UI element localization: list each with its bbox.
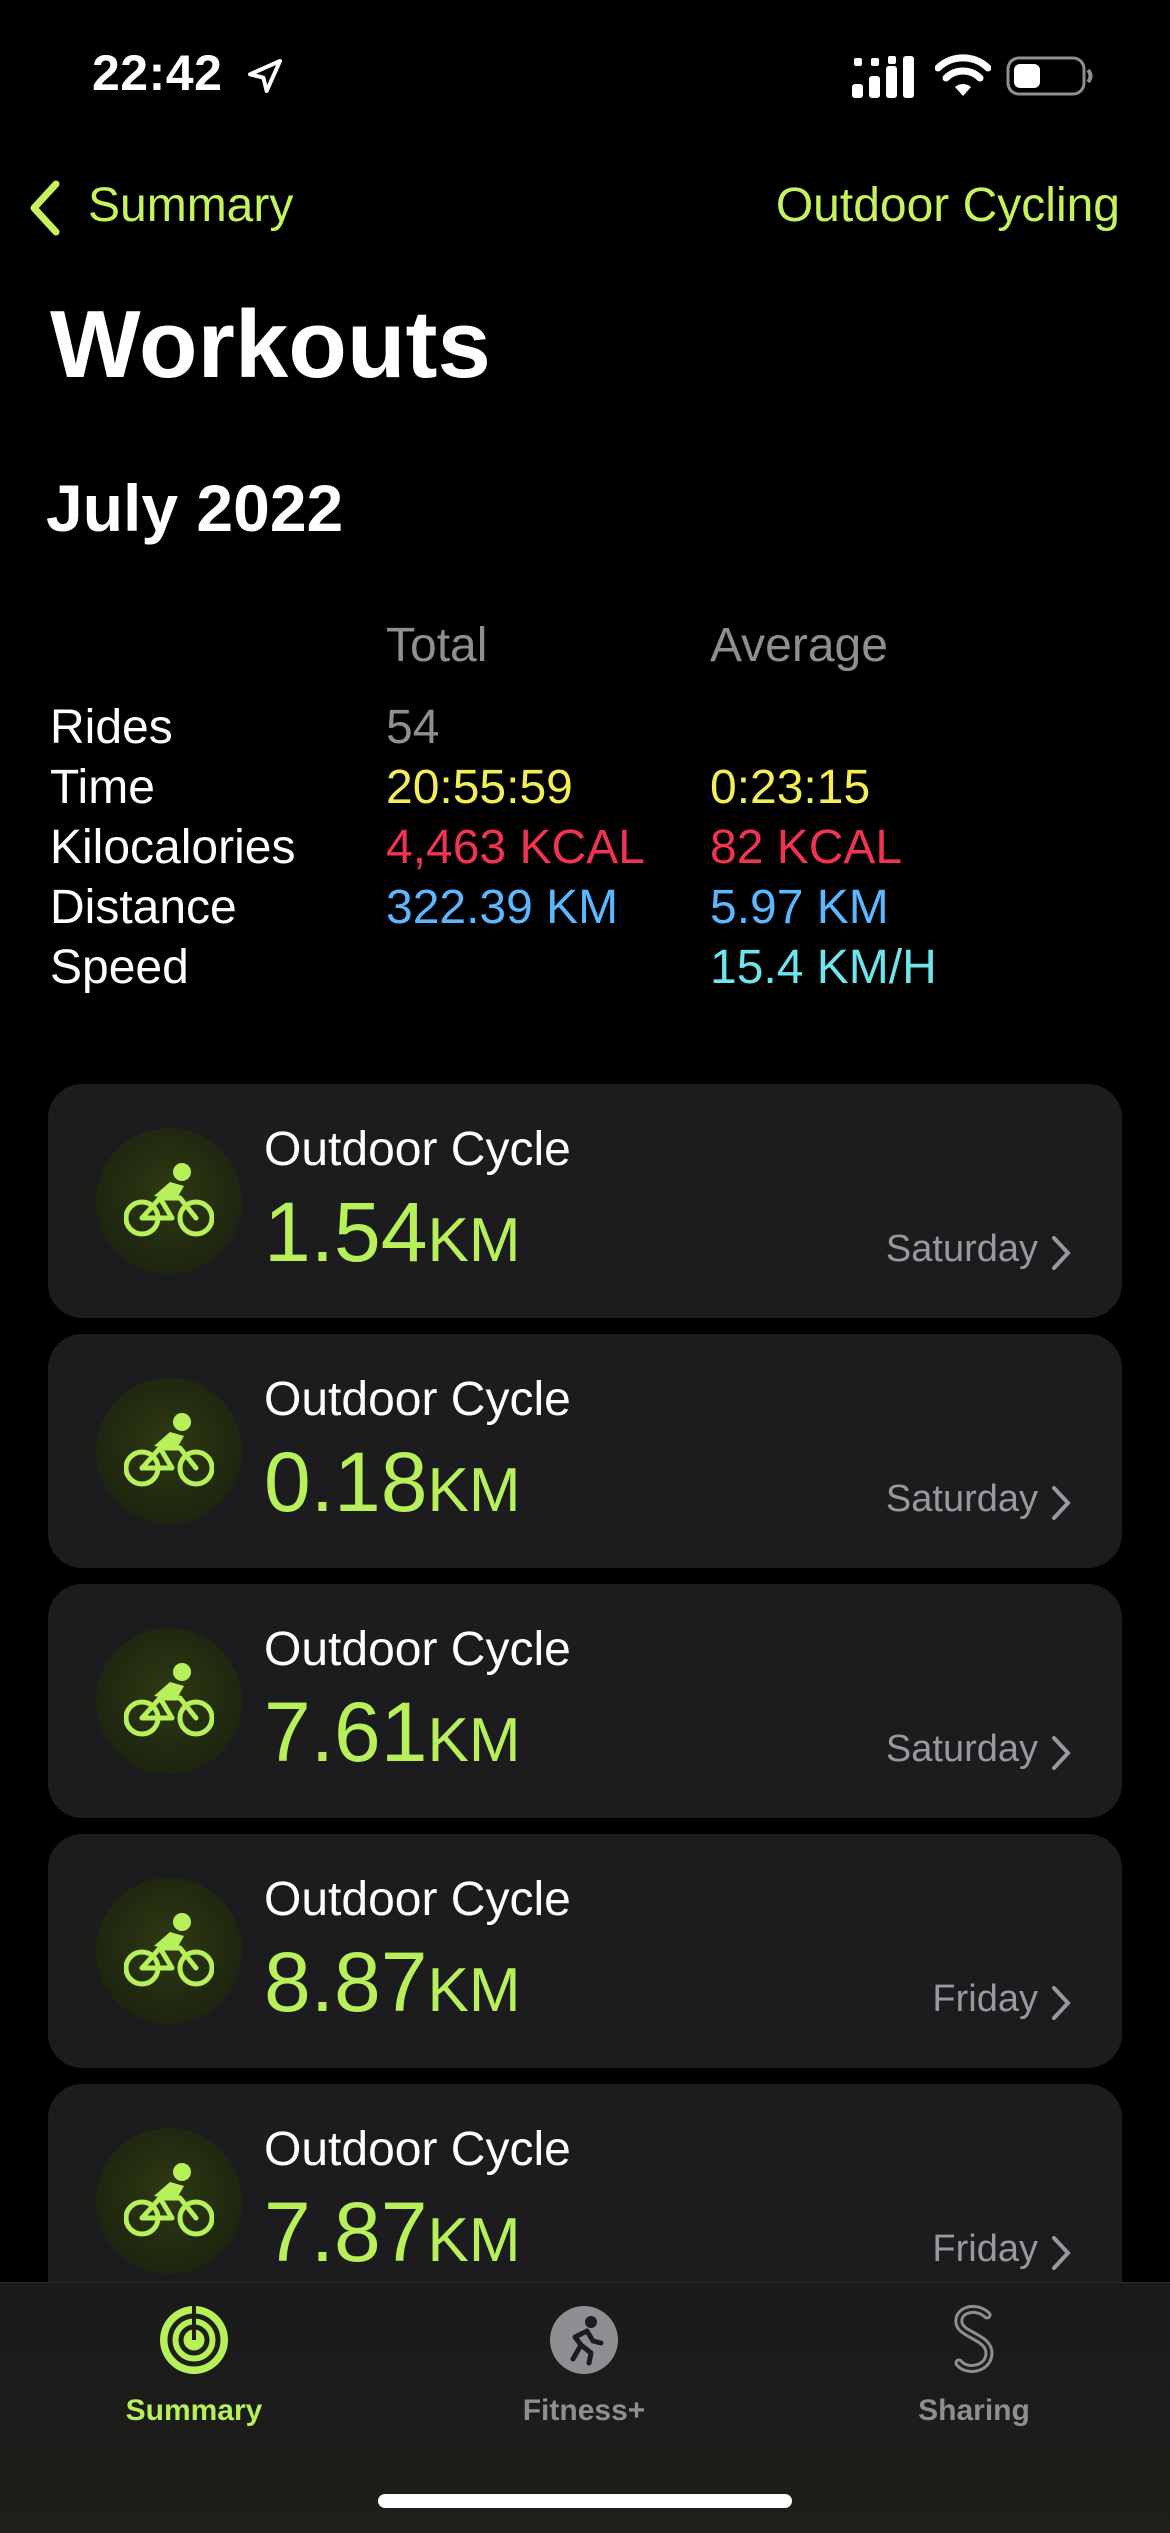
cycling-icon [96, 1128, 242, 1274]
chevron-right-icon [1052, 1486, 1071, 1520]
fitness-plus-icon [550, 2306, 618, 2374]
row-label-kilocalories: Kilocalories [50, 821, 296, 874]
workout-day: Saturday [885, 1728, 1038, 1770]
workout-distance: 8.87KM [264, 1934, 521, 2031]
distance-average: 5.97 KM [710, 881, 889, 934]
cellular-signal-icon [852, 56, 914, 98]
location-arrow-icon [248, 59, 282, 93]
distance-unit: KM [427, 1456, 521, 1525]
distance-value: 8.87 [264, 1935, 428, 2029]
tab-summary[interactable]: Summary [64, 2303, 324, 2428]
workout-type: Outdoor Cycle [264, 1873, 571, 1926]
distance-unit: KM [427, 1956, 521, 2025]
rides-total: 54 [386, 701, 440, 754]
workout-day: Friday [932, 2228, 1038, 2270]
page-title: Workouts [50, 291, 491, 398]
column-header-average: Average [710, 619, 888, 672]
distance-unit: KM [427, 1706, 521, 1775]
workout-card[interactable]: Outdoor Cycle 1.54KM Saturday [48, 1084, 1122, 1318]
row-label-rides: Rides [50, 701, 173, 754]
workout-card[interactable]: Outdoor Cycle 0.18KM Saturday [48, 1334, 1122, 1568]
chevron-right-icon [1052, 1986, 1071, 2020]
kilocalories-total: 4,463 KCAL [386, 821, 645, 874]
time-total: 20:55:59 [386, 761, 573, 814]
activity-rings-icon [160, 2306, 228, 2374]
workout-distance: 7.87KM [264, 2184, 521, 2281]
distance-value: 0.18 [264, 1435, 428, 1529]
tab-label: Sharing [918, 2394, 1030, 2427]
tab-label: Fitness+ [522, 2394, 646, 2427]
cycling-icon [96, 1378, 242, 1524]
chevron-right-icon [1052, 1236, 1071, 1270]
battery-icon [1006, 56, 1093, 96]
workout-card[interactable]: Outdoor Cycle 7.61KM Saturday [48, 1584, 1122, 1818]
workout-day: Saturday [885, 1228, 1038, 1270]
speed-average: 15.4 KM/H [710, 941, 937, 994]
cycling-icon [96, 1878, 242, 2024]
workout-distance: 0.18KM [264, 1434, 521, 1531]
row-label-time: Time [50, 761, 155, 814]
status-time: 22:42 [92, 45, 223, 101]
distance-value: 7.87 [264, 2185, 428, 2279]
chevron-right-icon [1052, 2236, 1071, 2270]
distance-value: 1.54 [264, 1185, 428, 1279]
wifi-icon [935, 54, 991, 96]
sharing-icon [954, 2304, 994, 2373]
workout-distance: 7.61KM [264, 1684, 521, 1781]
time-average: 0:23:15 [710, 761, 871, 814]
workout-distance: 1.54KM [264, 1184, 521, 1281]
tab-sharing[interactable]: Sharing [844, 2303, 1104, 2428]
row-label-distance: Distance [50, 881, 237, 934]
distance-value: 7.61 [264, 1685, 428, 1779]
cycling-icon [96, 2128, 242, 2274]
distance-unit: KM [427, 1206, 521, 1275]
home-indicator[interactable] [378, 2494, 792, 2508]
workout-type: Outdoor Cycle [264, 1623, 571, 1676]
month-heading: July 2022 [46, 471, 344, 545]
column-header-total: Total [386, 619, 488, 672]
tab-label: Summary [125, 2394, 263, 2427]
cycling-icon [96, 1628, 242, 1774]
workout-filter-button[interactable]: Outdoor Cycling [776, 178, 1120, 233]
workout-type: Outdoor Cycle [264, 1373, 571, 1426]
tab-fitness-plus[interactable]: Fitness+ [454, 2303, 714, 2428]
back-chevron-icon[interactable] [26, 178, 66, 238]
workout-type: Outdoor Cycle [264, 2123, 571, 2176]
kilocalories-average: 82 KCAL [710, 821, 903, 874]
workout-day: Saturday [885, 1478, 1038, 1520]
workout-card[interactable]: Outdoor Cycle 8.87KM Friday [48, 1834, 1122, 2068]
row-label-speed: Speed [50, 941, 189, 994]
workout-type: Outdoor Cycle [264, 1123, 571, 1176]
distance-unit: KM [427, 2206, 521, 2275]
distance-total: 322.39 KM [386, 881, 619, 934]
back-button[interactable]: Summary [88, 178, 293, 233]
workout-day: Friday [932, 1978, 1038, 2020]
chevron-right-icon [1052, 1736, 1071, 1770]
